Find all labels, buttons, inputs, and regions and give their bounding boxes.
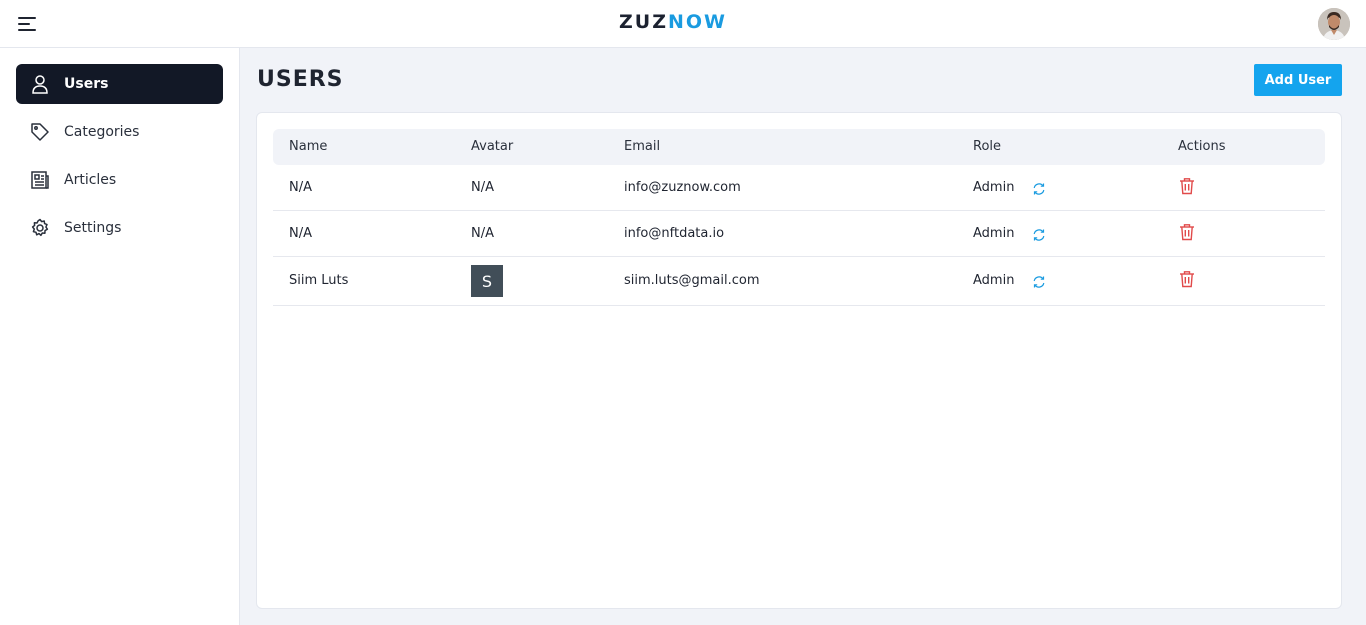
user-role: Admin	[973, 180, 1015, 195]
sidebar-item-articles[interactable]: Articles	[16, 160, 223, 200]
user-avatar-cell: N/A	[471, 180, 494, 195]
user-email: info@zuznow.com	[624, 180, 741, 195]
column-header-email: Email	[624, 139, 661, 154]
logo[interactable]: ZUZNOW	[619, 11, 727, 33]
column-header-role: Role	[973, 139, 1002, 154]
logo-text-part2: NOW	[667, 11, 727, 33]
menu-toggle-icon[interactable]	[18, 16, 38, 32]
delete-icon[interactable]	[1179, 177, 1195, 199]
user-role: Admin	[973, 226, 1015, 241]
sidebar-item-users[interactable]: Users	[16, 64, 223, 104]
table-row: Siim Luts S siim.luts@gmail.com Admin	[273, 257, 1325, 306]
sidebar-item-settings[interactable]: Settings	[16, 208, 223, 248]
user-email: siim.luts@gmail.com	[624, 273, 760, 288]
user-avatar[interactable]	[1318, 8, 1350, 40]
change-role-icon[interactable]	[1032, 274, 1046, 293]
page-title: USERS	[257, 67, 344, 92]
column-header-avatar: Avatar	[471, 139, 514, 154]
user-name: N/A	[289, 180, 312, 195]
table-header: Name Avatar Email Role Actions	[273, 129, 1325, 165]
table-row: N/A N/A info@nftdata.io Admin	[273, 211, 1325, 257]
user-name: N/A	[289, 226, 312, 241]
delete-icon[interactable]	[1179, 270, 1195, 292]
column-header-actions: Actions	[1178, 139, 1226, 154]
users-table-card: Name Avatar Email Role Actions N/A N/A i…	[256, 112, 1342, 609]
newspaper-icon	[30, 170, 50, 190]
column-header-name: Name	[289, 139, 328, 154]
user-email: info@nftdata.io	[624, 226, 725, 241]
top-bar: ZUZNOW	[0, 0, 1366, 48]
user-avatar-initial: S	[471, 265, 503, 297]
user-name: Siim Luts	[289, 273, 349, 288]
sidebar-item-label: Articles	[64, 172, 117, 188]
sidebar-item-categories[interactable]: Categories	[16, 112, 223, 152]
sidebar-item-label: Settings	[64, 220, 122, 236]
user-icon	[30, 74, 50, 94]
tag-icon	[30, 122, 50, 142]
table-row: N/A N/A info@zuznow.com Admin	[273, 165, 1325, 211]
change-role-icon[interactable]	[1032, 227, 1046, 246]
user-avatar-cell: N/A	[471, 226, 494, 241]
add-user-button[interactable]: Add User	[1254, 64, 1342, 96]
sidebar-item-label: Users	[64, 76, 109, 92]
sidebar: Users Categories Articles Settings	[0, 48, 240, 625]
sidebar-item-label: Categories	[64, 124, 140, 140]
change-role-icon[interactable]	[1032, 181, 1046, 200]
gear-icon	[30, 218, 50, 238]
logo-text-part1: ZUZ	[619, 11, 668, 33]
user-role: Admin	[973, 273, 1015, 288]
delete-icon[interactable]	[1179, 223, 1195, 245]
